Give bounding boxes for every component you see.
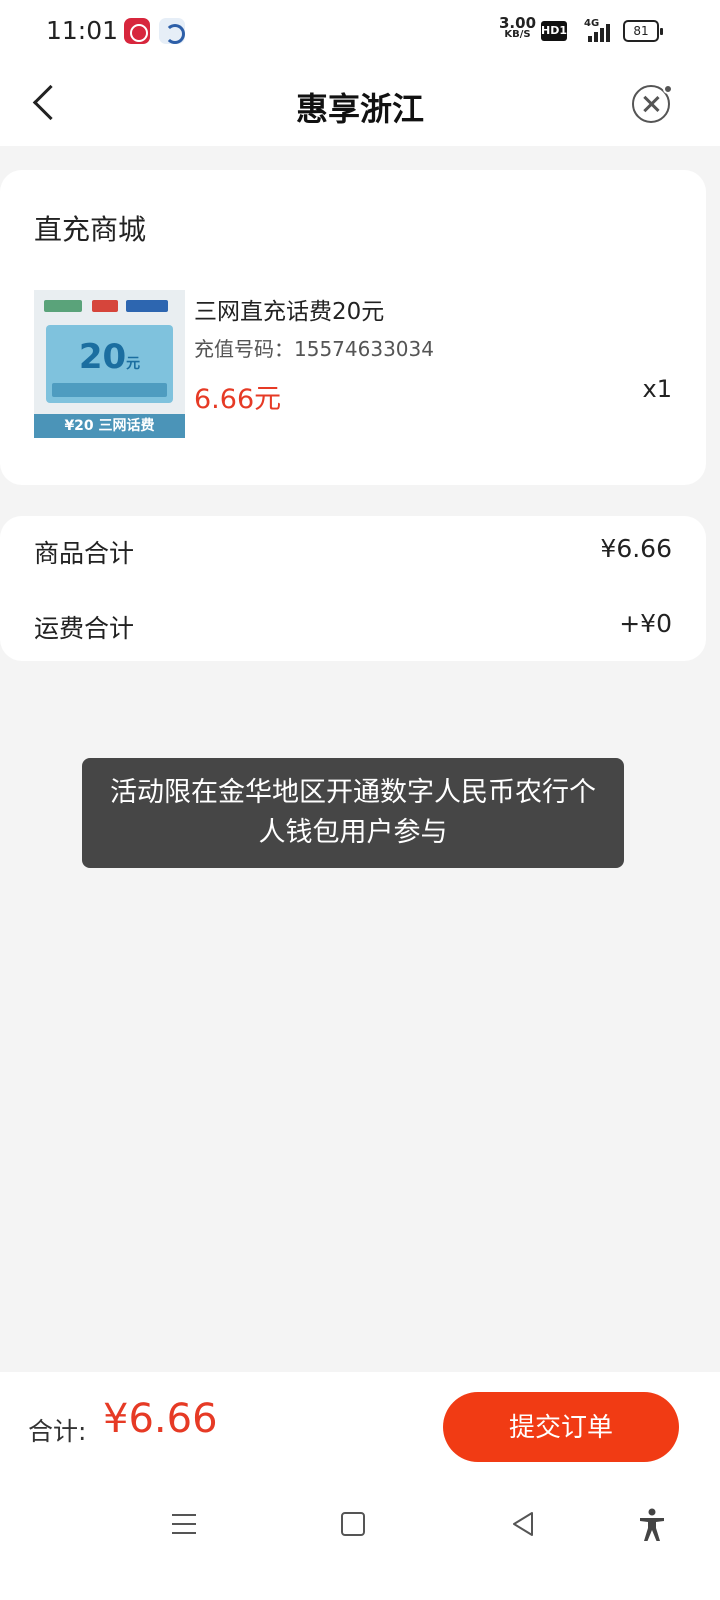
thumb-amount-unit: 元: [126, 356, 141, 372]
close-circle-icon[interactable]: [632, 84, 673, 123]
totals-card: 商品合计 ¥6.66 运费合计 +¥0: [0, 516, 706, 661]
recharge-card-graphic: 20元: [46, 325, 173, 403]
status-bar: 11:01 3.00 KB/S HD1 4G 81: [0, 0, 720, 64]
back-icon[interactable]: [510, 1510, 536, 1538]
thumb-amount-value: 20: [78, 337, 127, 377]
network-speed: 3.00 KB/S: [499, 14, 537, 41]
shipping-total-label: 运费合计: [34, 614, 135, 643]
total-label: 合计:: [28, 1417, 87, 1446]
shipping-total-row: 运费合计 +¥0: [34, 609, 672, 649]
recharge-number: 充值号码：15574633034: [194, 337, 434, 361]
battery-icon: 81: [623, 20, 663, 42]
accessibility-icon[interactable]: [638, 1508, 666, 1542]
network-type: 4G: [584, 18, 600, 29]
signal-icon: 4G: [578, 18, 614, 44]
submit-order-button[interactable]: 提交订单: [443, 1392, 679, 1462]
thumb-footer: ¥20 三网话费: [34, 414, 185, 438]
store-name: 直充商城: [34, 213, 147, 246]
menu-icon[interactable]: [172, 1512, 196, 1536]
goods-total-value: ¥6.66: [600, 534, 672, 563]
goods-total-label: 商品合计: [34, 539, 135, 568]
product-name: 三网直充话费20元: [194, 299, 385, 325]
header: 惠享浙江: [0, 64, 720, 146]
product-price: 6.66元: [194, 384, 282, 415]
network-speed-value: 3.00: [499, 14, 537, 32]
carrier-logos: [44, 298, 177, 316]
status-time: 11:01: [46, 16, 119, 45]
order-card: 直充商城 20元 ¥20 三网话费 三网直充话费20元 充值号码：1557463…: [0, 170, 706, 485]
network-speed-unit: KB/S: [504, 29, 531, 40]
system-nav-bar: [0, 1482, 720, 1600]
page-title: 惠享浙江: [295, 90, 424, 128]
hd-badge-icon: HD1: [541, 21, 567, 41]
total-amount: ¥6.66: [103, 1396, 218, 1442]
goods-total-row: 商品合计 ¥6.66: [34, 534, 672, 574]
home-icon[interactable]: [341, 1512, 365, 1536]
checkout-bar: 合计: ¥6.66 提交订单: [0, 1372, 720, 1482]
thumb-amount: 20元: [46, 337, 173, 384]
bank-app-icon: [159, 18, 185, 44]
ecny-app-icon: [124, 18, 150, 44]
product-thumbnail[interactable]: 20元 ¥20 三网话费: [34, 290, 185, 438]
toast-message: 活动限在金华地区开通数字人民币农行个人钱包用户参与: [82, 758, 624, 868]
shipping-total-value: +¥0: [619, 609, 672, 638]
product-quantity: x1: [642, 375, 672, 403]
